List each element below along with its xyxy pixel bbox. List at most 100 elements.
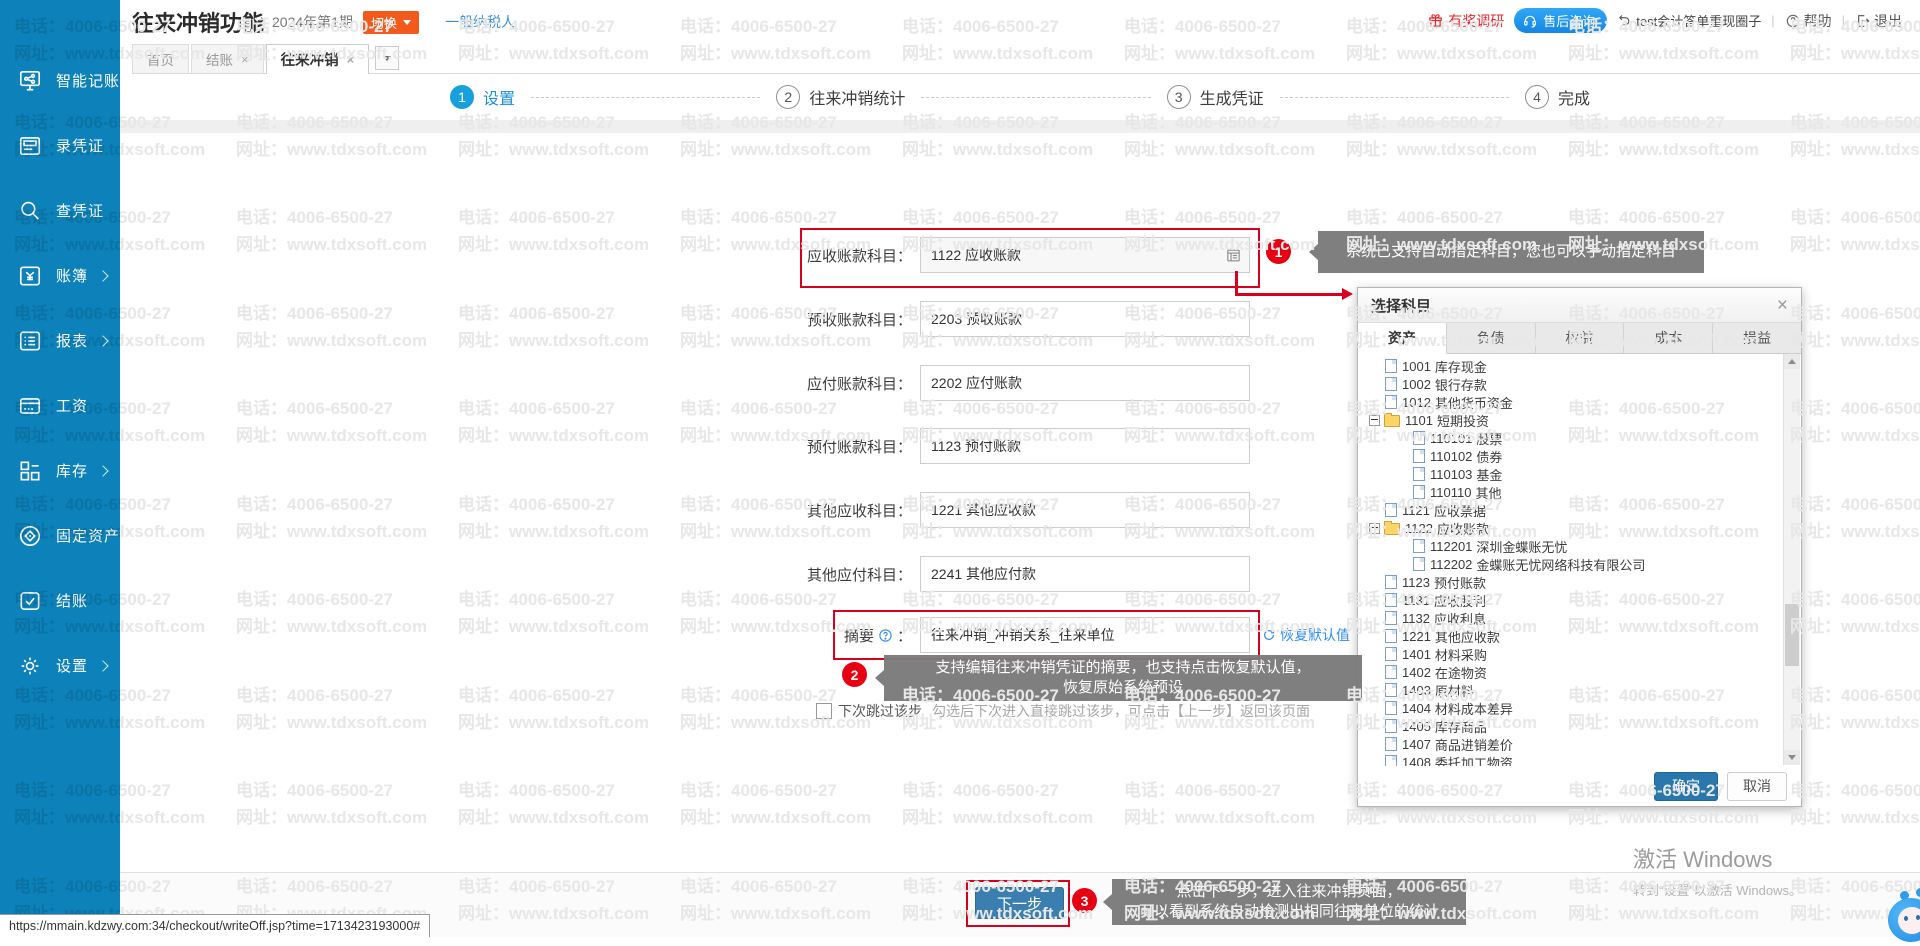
watermark-tile: 电话：4006-6500-27网址：www.tdxsoft.com	[1790, 303, 1920, 352]
search-voucher-icon	[17, 198, 43, 224]
tree-node-1001[interactable]: 1001库存现金	[1369, 357, 1784, 375]
watermark-phone: 电话：4006-6500-27	[120, 685, 205, 707]
help-button[interactable]: 帮助	[1785, 11, 1832, 31]
account-input-1[interactable]: 2203 预收账款	[920, 301, 1250, 337]
tree-node-1132[interactable]: 1132应收利息	[1369, 609, 1784, 627]
dialog-tab-3[interactable]: 成本	[1624, 323, 1713, 353]
scrollbar[interactable]	[1783, 354, 1800, 765]
tree-node-110110[interactable]: 110110其他	[1369, 483, 1784, 501]
scroll-up-icon[interactable]	[1784, 354, 1800, 369]
account-name: 债券	[1476, 447, 1502, 466]
support-button[interactable]: 售后咨询	[1514, 8, 1607, 33]
tree-node-1408[interactable]: 1408委托加工物资	[1369, 753, 1784, 766]
sidebar-item-1[interactable]: 录凭证	[0, 113, 120, 178]
tooltip-text: 可以看到系统自动检测出相同往来单位的统计	[1124, 902, 1454, 922]
account-name: 深圳金蝶账无忧	[1476, 537, 1567, 556]
sidebar-item-2[interactable]: 查凭证	[0, 178, 120, 243]
account-input-4[interactable]: 1221 其他应收款	[920, 492, 1250, 528]
tree-node-1123[interactable]: 1123预付账款	[1369, 573, 1784, 591]
watermark-phone: 电话：4006-6500-27	[680, 589, 871, 611]
tree-node-1401[interactable]: 1401材料采购	[1369, 645, 1784, 663]
sidebar-item-8[interactable]: 结账	[0, 568, 120, 633]
form-row-0: 应收账款科目：1122 应收账款	[790, 237, 1250, 273]
scrollbar-thumb[interactable]	[1785, 604, 1799, 666]
account-input-2[interactable]: 2202 应付账款	[920, 365, 1250, 401]
watermark-url: 网址：www.tdxsoft.com	[236, 139, 427, 161]
tree-node-1121[interactable]: 1121应收票据	[1369, 501, 1784, 519]
watermark-phone: 电话：4006-6500-27	[1124, 589, 1315, 611]
watermark-url: 网址：www.tdxsoft.com	[902, 807, 1093, 829]
switch-period-button[interactable]: 切换	[363, 11, 419, 34]
cancel-button[interactable]: 取消	[1727, 772, 1787, 801]
watermark-url: 网址：www.tdxsoft.com	[120, 234, 205, 256]
skip-step-checkbox[interactable]	[816, 703, 832, 719]
file-icon	[1413, 557, 1425, 571]
connector-line-horizontal	[1235, 293, 1343, 296]
tree-node-112201[interactable]: 112201深圳金蝶账无忧	[1369, 537, 1784, 555]
sidebar-item-3[interactable]: 账簿	[0, 243, 120, 308]
reset-default-link[interactable]: 恢复默认值	[1262, 625, 1350, 645]
sidebar-item-6[interactable]: 库存	[0, 438, 120, 503]
dialog-tab-2[interactable]: 权益	[1536, 323, 1625, 353]
tree-node-1002[interactable]: 1002银行存款	[1369, 375, 1784, 393]
dialog-tab-0[interactable]: 资产	[1358, 323, 1447, 354]
summary-input[interactable]: 往来冲销_冲销关系_往来单位	[920, 617, 1250, 653]
watermark-tile: 电话：4006-6500-27网址：www.tdxsoft.com	[458, 398, 649, 447]
form-row-1: 预收账款科目：2203 预收账款	[790, 301, 1250, 337]
account-picker-icon[interactable]	[1225, 247, 1242, 264]
tree-node-1404[interactable]: 1404材料成本差异	[1369, 699, 1784, 717]
logout-button[interactable]: 退出	[1855, 11, 1902, 31]
taxpayer-type-link[interactable]: 一般纳税人	[445, 12, 515, 32]
tab-list-dropdown[interactable]	[375, 46, 399, 70]
assistant-mascot-icon[interactable]	[1876, 886, 1920, 946]
close-icon[interactable]: ×	[1777, 296, 1788, 315]
sidebar-item-7[interactable]: 固定资产	[0, 503, 120, 568]
watermark-url: 网址：www.tdxsoft.com	[458, 234, 649, 256]
collapse-icon[interactable]	[1369, 523, 1380, 534]
confirm-button[interactable]: 确定	[1654, 772, 1718, 801]
tree-node-110102[interactable]: 110102债券	[1369, 447, 1784, 465]
tree-node-1131[interactable]: 1131应收股利	[1369, 591, 1784, 609]
tree-node-1101[interactable]: 1101短期投资	[1369, 411, 1784, 429]
account-input-0[interactable]: 1122 应收账款	[920, 237, 1250, 273]
next-step-button[interactable]: 下一步	[975, 887, 1064, 919]
tree-node-110103[interactable]: 110103基金	[1369, 465, 1784, 483]
chevron-right-icon	[97, 335, 108, 346]
close-tab-icon[interactable]: ×	[347, 52, 355, 67]
title-row: 往来冲销功能 2024年第1期 切换 一般纳税人	[132, 6, 515, 38]
sidebar-item-5[interactable]: 工资	[0, 373, 120, 438]
close-tab-icon[interactable]: ×	[241, 52, 249, 67]
tree-node-1402[interactable]: 1402在途物资	[1369, 663, 1784, 681]
sidebar-item-9[interactable]: 设置	[0, 633, 120, 698]
tab-0[interactable]: 首页	[132, 44, 189, 73]
scroll-down-icon[interactable]	[1784, 750, 1800, 765]
tree-node-1221[interactable]: 1221其他应收款	[1369, 627, 1784, 645]
tree-node-1405[interactable]: 1405库存商品	[1369, 717, 1784, 735]
account-input-5[interactable]: 2241 其他应付款	[920, 556, 1250, 592]
collapse-icon[interactable]	[1369, 415, 1380, 426]
chevron-right-icon	[97, 270, 108, 281]
inventory-icon	[17, 458, 43, 484]
file-icon	[1385, 503, 1397, 517]
question-icon[interactable]	[878, 628, 893, 643]
watermark-tile: 电话：4006-6500-27网址：www.tdxsoft.com	[458, 207, 649, 256]
account-menu[interactable]: test会计答单重现圈子	[1617, 11, 1761, 30]
sidebar-item-4[interactable]: 报表	[0, 308, 120, 373]
account-code: 1002	[1402, 377, 1431, 392]
dialog-tab-1[interactable]: 负债	[1447, 323, 1536, 353]
tree-node-1407[interactable]: 1407商品进销差价	[1369, 735, 1784, 753]
tab-1[interactable]: 结账×	[191, 44, 264, 73]
account-name: 短期投资	[1437, 411, 1489, 430]
tree-node-1122[interactable]: 1122应收账款	[1369, 519, 1784, 537]
tree-node-110101[interactable]: 110101股票	[1369, 429, 1784, 447]
account-code: 1131	[1402, 593, 1430, 608]
sidebar-item-0[interactable]: 智能记账	[0, 48, 120, 113]
account-input-3[interactable]: 1123 预付账款	[920, 428, 1250, 464]
tab-2[interactable]: 往来冲销×	[266, 44, 370, 74]
tree-node-1012[interactable]: 1012其他货币资金	[1369, 393, 1784, 411]
watermark-tile: 电话：4006-6500-27网址：www.tdxsoft.com	[902, 780, 1093, 829]
dialog-tab-4[interactable]: 损益	[1713, 323, 1801, 353]
tree-node-112202[interactable]: 112202金蝶账无忧网络科技有限公司	[1369, 555, 1784, 573]
tree-node-1403[interactable]: 1403原材料	[1369, 681, 1784, 699]
survey-button[interactable]: 有奖调研	[1427, 11, 1504, 31]
